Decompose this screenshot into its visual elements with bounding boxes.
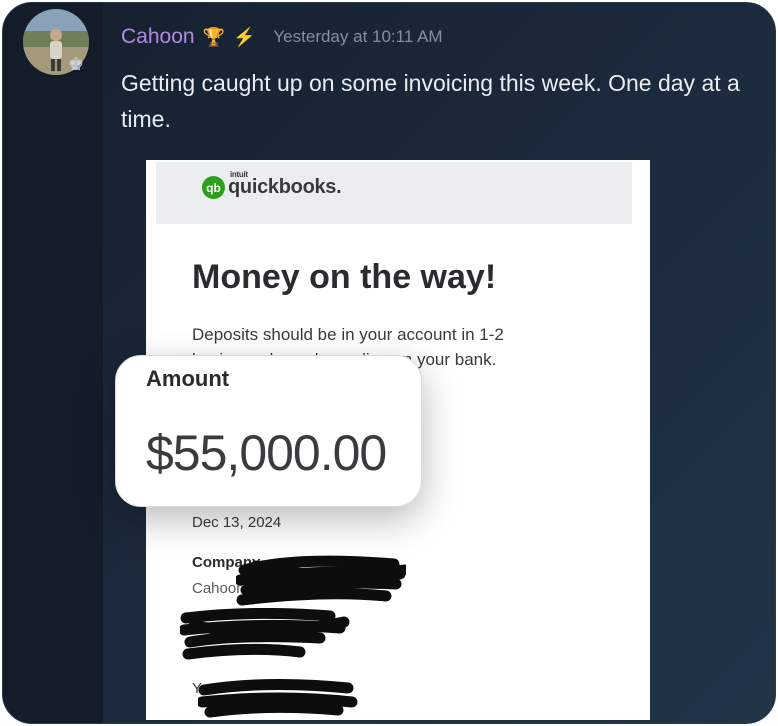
amount-callout: Amount $55,000.00 xyxy=(115,355,422,507)
username[interactable]: Cahoon xyxy=(121,25,195,49)
redaction-scribble xyxy=(180,608,350,660)
quickbooks-wordmark: intuit quickbooks. xyxy=(228,170,342,199)
company-label: Company xyxy=(192,554,261,571)
timestamp: Yesterday at 10:11 AM xyxy=(273,27,443,46)
company-value: Cahoon xyxy=(192,580,245,597)
chess-king-icon: ♚ xyxy=(67,54,85,74)
deposit-date: Dec 13, 2024 xyxy=(192,514,282,531)
amount-label: Amount xyxy=(146,366,230,391)
quickbooks-logo: qb intuit quickbooks. xyxy=(202,170,342,199)
money-title: Money on the way! xyxy=(192,258,497,296)
quickbooks-brand-text: quickbooks. xyxy=(228,176,342,198)
quickbooks-logo-icon: qb xyxy=(202,176,225,199)
truncated-label: Y xyxy=(192,680,203,697)
trophy-icon: 🏆 xyxy=(202,26,225,47)
message-gutter xyxy=(3,3,103,723)
message-header: Cahoon 🏆 ⚡ Yesterday at 10:11 AM xyxy=(121,25,443,49)
amount-value: $55,000.00 xyxy=(146,425,387,481)
quickbooks-header: qb intuit quickbooks. xyxy=(156,162,632,224)
intuit-wordmark: intuit xyxy=(230,170,248,179)
redaction-scribble xyxy=(198,678,358,718)
lightning-icon: ⚡ xyxy=(232,26,256,47)
redaction-scribble xyxy=(236,555,406,606)
message-text: Getting caught up on some invoicing this… xyxy=(121,70,740,132)
